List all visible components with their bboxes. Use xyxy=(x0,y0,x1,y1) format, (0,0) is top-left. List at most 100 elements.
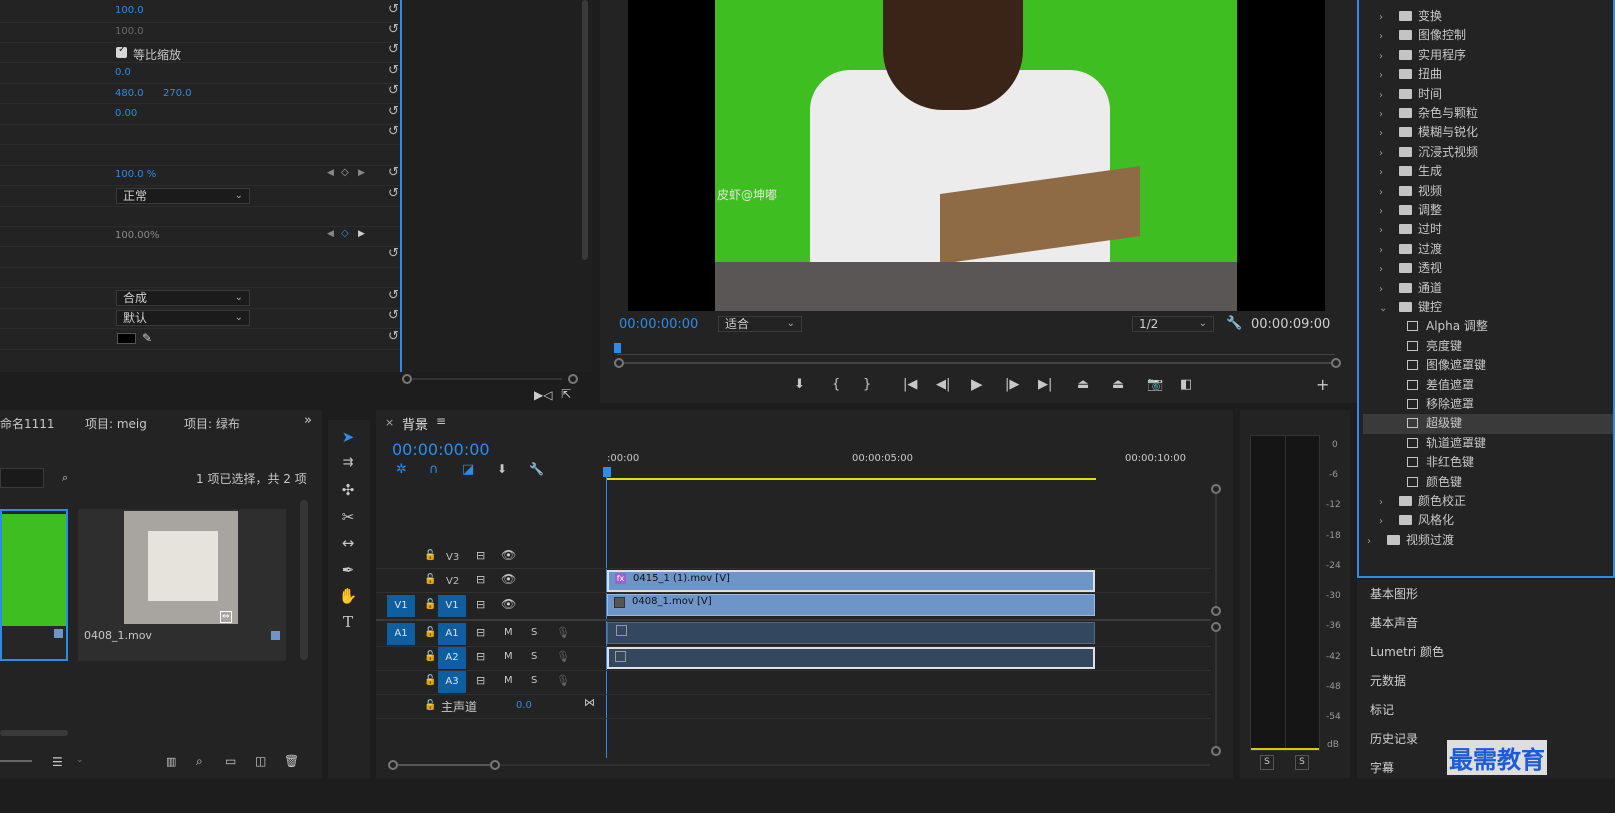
more-panels-icon[interactable]: » xyxy=(304,413,312,428)
next-keyframe-icon[interactable]: ▶ xyxy=(358,229,365,239)
panel-captions[interactable]: 字幕 xyxy=(1370,759,1394,776)
h-zoom-handle[interactable] xyxy=(490,760,500,770)
effects-folder[interactable]: › 颜色校正 xyxy=(1379,492,1466,512)
nest-icon[interactable]: ✲ xyxy=(396,462,407,477)
freeform-icon[interactable]: ▥ xyxy=(166,755,176,768)
chevron-down-icon[interactable]: ⌄ xyxy=(76,755,84,765)
eyedropper-icon[interactable]: ✎ xyxy=(142,331,152,345)
composite-select[interactable]: 合成 ⌄ xyxy=(116,290,250,306)
mute-button[interactable]: M xyxy=(504,627,513,638)
prev-keyframe-icon[interactable]: ◀ xyxy=(327,229,334,239)
effect-item[interactable]: 图像遮罩键 xyxy=(1407,356,1486,376)
lift-icon[interactable]: ⏏ xyxy=(1077,377,1089,392)
track-label-v3[interactable]: V3 xyxy=(446,552,459,574)
play-audio-icon[interactable]: ▶◁ xyxy=(534,388,552,402)
effects-folder[interactable]: › 沉浸式视频 xyxy=(1379,143,1478,163)
project-scrollbar[interactable] xyxy=(300,500,308,660)
lock-icon[interactable]: 🔓 xyxy=(424,651,436,662)
solo-button[interactable]: S xyxy=(531,627,537,638)
zoom-handle-right[interactable] xyxy=(1331,358,1341,368)
reset-icon[interactable]: ↺ xyxy=(388,124,399,139)
zoom-slider[interactable] xyxy=(0,760,32,762)
video-canvas[interactable]: 皮虾@坤嘟 xyxy=(628,0,1325,311)
linked-selection-icon[interactable]: ◪ xyxy=(462,462,474,477)
camera-icon[interactable]: 📷 xyxy=(1147,377,1163,392)
default-select[interactable]: 默认 ⌄ xyxy=(116,310,250,326)
lock-icon[interactable]: 🔓 xyxy=(424,599,436,610)
add-marker-icon[interactable]: ⬇ xyxy=(497,462,507,476)
track-label-a2[interactable]: A2 xyxy=(438,647,466,669)
sync-lock-icon[interactable]: ⊟ xyxy=(476,598,485,611)
panel-essential-sound[interactable]: 基本声音 xyxy=(1370,614,1418,631)
zoom-handle-left[interactable] xyxy=(614,358,624,368)
effects-folder[interactable]: › 通道 xyxy=(1379,279,1442,299)
effects-folder[interactable]: › 透视 xyxy=(1379,259,1442,279)
reset-icon[interactable]: ↺ xyxy=(388,42,399,57)
timeline-timecode[interactable]: 00:00:00:00 xyxy=(392,440,490,459)
effect-item[interactable]: Alpha 调整 xyxy=(1407,317,1488,337)
resolution-select[interactable]: 1/2 ⌄ xyxy=(1132,316,1214,332)
play-icon[interactable]: ▶ xyxy=(971,375,983,393)
video-zoom-handle[interactable] xyxy=(1211,484,1221,494)
add-button-icon[interactable]: + xyxy=(1316,375,1329,394)
eye-icon[interactable]: 👁 xyxy=(501,548,516,562)
slip-tool-icon[interactable]: ↔ xyxy=(338,534,358,552)
reset-icon[interactable]: ↺ xyxy=(388,63,399,78)
effect-item[interactable]: 亮度键 xyxy=(1407,337,1462,357)
effects-folder[interactable]: › 模糊与锐化 xyxy=(1379,123,1478,143)
solo-left-button[interactable]: S xyxy=(1260,755,1274,770)
sequence-tab[interactable]: 背景 xyxy=(402,414,428,433)
export-icon[interactable]: ⇱ xyxy=(561,387,571,401)
current-timecode[interactable]: 00:00:00:00 xyxy=(619,317,698,332)
clip-a1[interactable] xyxy=(607,622,1095,644)
anti-flicker-value[interactable]: 0.00 xyxy=(115,108,137,119)
add-keyframe-icon[interactable]: ◇ xyxy=(341,167,349,178)
timeline-playhead-head[interactable] xyxy=(603,467,611,477)
master-volume-value[interactable]: 0.0 xyxy=(516,700,532,711)
monitor-playhead[interactable] xyxy=(614,343,621,353)
audio-zoom-handle[interactable] xyxy=(1211,622,1221,632)
mark-out-icon[interactable]: } xyxy=(863,377,871,392)
reset-icon[interactable]: ↺ xyxy=(388,83,399,98)
lock-icon[interactable]: 🔓 xyxy=(424,574,436,585)
solo-button[interactable]: S xyxy=(531,651,537,662)
panel-essential-graphics[interactable]: 基本图形 xyxy=(1370,585,1418,602)
settings-wrench-icon[interactable]: 🔧 xyxy=(529,462,544,476)
effect-item[interactable]: 非红色键 xyxy=(1407,453,1474,473)
anchor-x-value[interactable]: 480.0 xyxy=(115,88,144,99)
pen-tool-icon[interactable]: ✒ xyxy=(338,561,358,579)
effects-folder[interactable]: › 时间 xyxy=(1379,85,1442,105)
menu-icon[interactable]: ≡ xyxy=(436,414,446,428)
sync-lock-icon[interactable]: ⊟ xyxy=(476,549,485,562)
reset-icon[interactable]: ↺ xyxy=(388,22,399,37)
panel-markers[interactable]: 标记 xyxy=(1370,701,1394,718)
reset-icon[interactable]: ↺ xyxy=(388,104,399,119)
monitor-time-ruler[interactable] xyxy=(617,343,1335,355)
reset-icon[interactable]: ↺ xyxy=(388,308,399,323)
opacity-value[interactable]: 100.0 % xyxy=(115,169,156,180)
track-label-a3[interactable]: A3 xyxy=(438,671,466,693)
razor-tool-icon[interactable]: ✂ xyxy=(338,508,358,526)
scrollbar[interactable] xyxy=(582,0,588,260)
mic-icon[interactable]: 🎙 xyxy=(556,626,570,639)
panel-metadata[interactable]: 元数据 xyxy=(1370,672,1406,689)
eye-icon[interactable]: 👁 xyxy=(501,572,516,586)
anchor-y-value[interactable]: 270.0 xyxy=(163,88,192,99)
track-label-a1[interactable]: A1 xyxy=(438,623,466,645)
blend-mode-select[interactable]: 正常 ⌄ xyxy=(116,188,250,204)
effects-folder[interactable]: › 实用程序 xyxy=(1379,46,1466,66)
type-tool-icon[interactable]: T xyxy=(338,613,358,631)
mark-in-icon[interactable]: { xyxy=(832,377,840,392)
rotation-value[interactable]: 0.0 xyxy=(115,67,131,78)
reset-icon[interactable]: ↺ xyxy=(388,288,399,303)
step-forward-icon[interactable]: |▶ xyxy=(1005,377,1019,392)
mute-button[interactable]: M xyxy=(504,675,513,686)
reset-icon[interactable]: ↺ xyxy=(388,165,399,180)
ripple-edit-tool-icon[interactable]: ✣ xyxy=(338,481,358,499)
mute-button[interactable]: M xyxy=(504,651,513,662)
project-h-scrollbar[interactable] xyxy=(0,730,68,736)
effect-item[interactable]: 移除遮罩 xyxy=(1407,395,1474,415)
project-search-input[interactable] xyxy=(0,468,44,488)
lock-icon[interactable]: 🔓 xyxy=(424,627,436,638)
lock-icon[interactable]: 🔓 xyxy=(424,675,436,686)
